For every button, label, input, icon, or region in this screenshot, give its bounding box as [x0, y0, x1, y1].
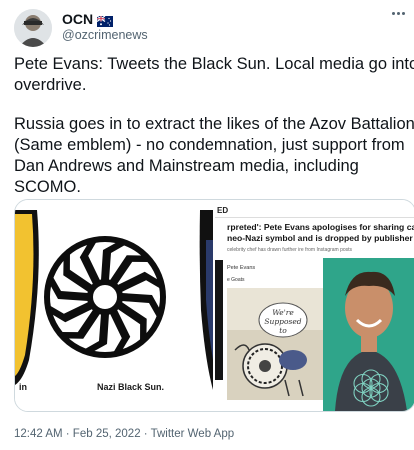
- tweet-line: (Same emblem) - no condemnation, just su…: [14, 136, 405, 154]
- article-kicker: ED: [217, 206, 229, 215]
- tweet-line: Pete Evans: Tweets the Black Sun. Local …: [14, 55, 414, 73]
- tweet-paragraph-2: Russia goes in to extract the likes of t…: [14, 114, 414, 198]
- tweet-paragraph-1: Pete Evans: Tweets the Black Sun. Local …: [14, 54, 414, 96]
- tweet-line: overdrive.: [14, 76, 87, 94]
- avatar[interactable]: [14, 9, 52, 47]
- article-headline-line: neo-Nazi symbol and is dropped by publis…: [227, 233, 413, 243]
- image-caption-left: in: [19, 382, 27, 392]
- post-author: Pete Evans: [227, 265, 256, 271]
- article-headline-line: rpreted': Pete Evans apologises for shar…: [227, 222, 414, 232]
- tweet-line: SCOMO.: [14, 178, 81, 196]
- article-headline: rpreted': Pete Evans apologises for shar…: [227, 222, 414, 244]
- more-options-icon[interactable]: [392, 12, 408, 18]
- tweet: OCN @ozcrimenews Pete Evans: Tweets the …: [0, 0, 414, 450]
- user-display-name[interactable]: OCN: [62, 11, 93, 27]
- tweet-text: Pete Evans: Tweets the Black Sun. Local …: [14, 54, 414, 216]
- tweet-line: Russia goes in to extract the likes of t…: [14, 115, 414, 133]
- speech-bubble-text: We're Supposed to: [264, 308, 302, 335]
- user-name[interactable]: OCN: [62, 11, 114, 27]
- media-image-black-sun[interactable]: in Nazi Black Sun.: [15, 200, 213, 411]
- tweet-media[interactable]: in Nazi Black Sun. ED rpreted': Pete Eva…: [14, 199, 414, 412]
- media-image-article[interactable]: ED rpreted': Pete Evans apologises for s…: [215, 200, 414, 411]
- tweet-timestamp[interactable]: 12:42 AM · Feb 25, 2022 · Twitter Web Ap…: [14, 428, 234, 440]
- tweet-line: Dan Andrews and Mainstream media, includ…: [14, 157, 359, 175]
- australia-flag-icon: [96, 14, 114, 27]
- user-handle[interactable]: @ozcrimenews: [62, 28, 148, 42]
- post-text: e Goats: [227, 277, 245, 283]
- image-caption: Nazi Black Sun.: [97, 382, 165, 392]
- article-subline: celebrity chef has drawn further ire fro…: [227, 247, 353, 253]
